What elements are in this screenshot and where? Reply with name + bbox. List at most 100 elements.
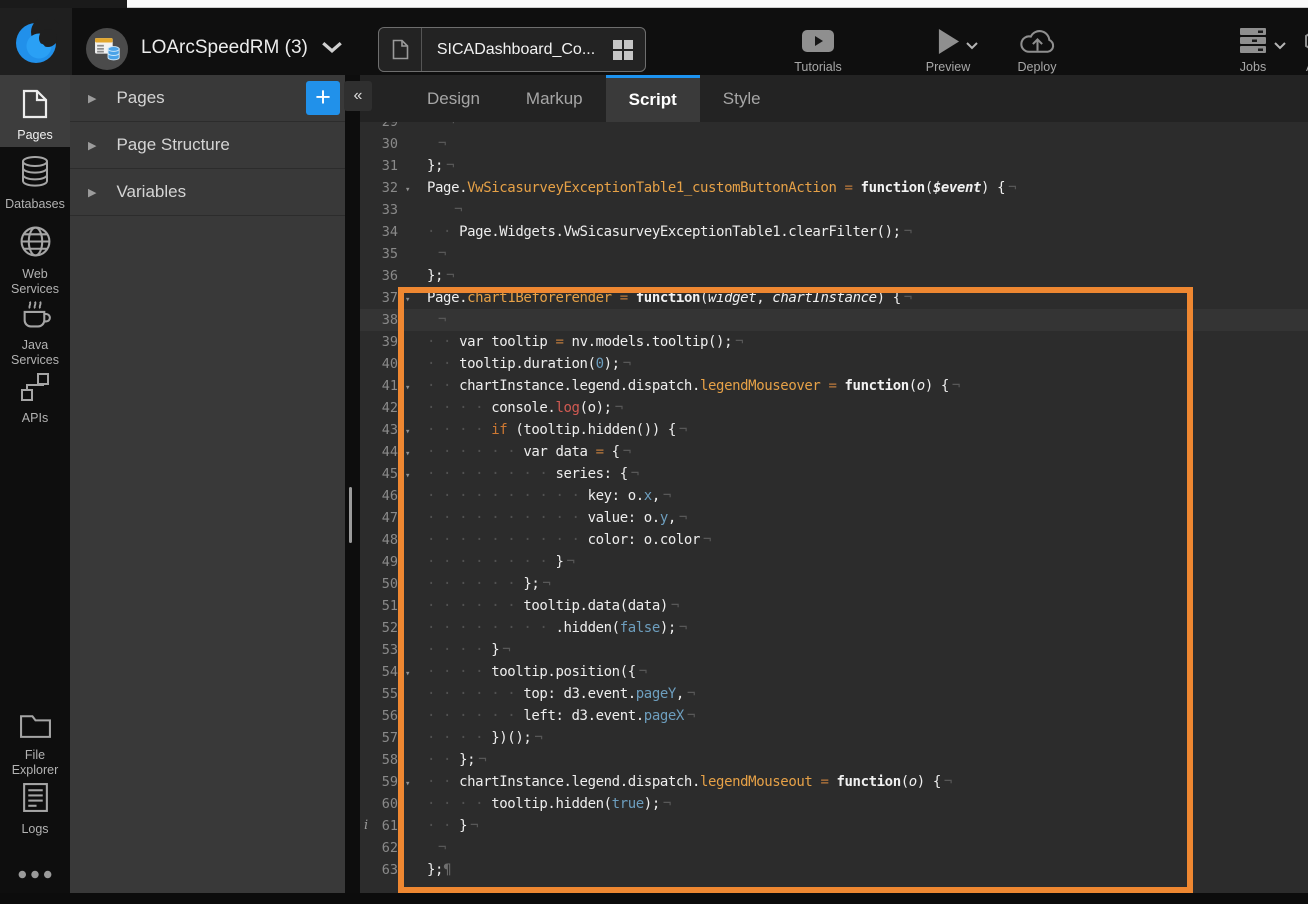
code-text[interactable]: · · · · · · · · .hidden(false);¬ <box>427 620 687 636</box>
code-line[interactable]: 37▾Page.chart1Beforerender = function(wi… <box>360 287 1308 309</box>
code-text[interactable]: · · · · tooltip.position({¬ <box>427 664 647 680</box>
code-text[interactable]: ¬ <box>427 202 462 218</box>
fold-toggle-icon[interactable]: ▾ <box>398 179 427 201</box>
code-text[interactable]: · · · · · · · · · · key: o.x,¬ <box>427 488 671 504</box>
code-text[interactable]: · · · · }¬ <box>427 642 510 658</box>
open-page-tab[interactable]: SICADashboard_Co... <box>378 27 646 72</box>
script-code-editor[interactable]: 29 ¬30 ¬31 };¬32▾Page.VwSicasurveyExcept… <box>360 122 1308 892</box>
code-text[interactable]: Page.chart1Beforerender = function(widge… <box>427 290 912 306</box>
code-line[interactable]: 30 ¬ <box>360 133 1308 155</box>
code-line[interactable]: 43▾· · · · if (tooltip.hidden()) {¬ <box>360 419 1308 441</box>
tab-markup[interactable]: Markup <box>503 75 606 122</box>
fold-toggle-icon[interactable]: ▾ <box>398 663 427 685</box>
code-line[interactable]: 49 · · · · · · · · }¬ <box>360 551 1308 573</box>
code-line[interactable]: 40 · · tooltip.duration(0);¬ <box>360 353 1308 375</box>
code-text[interactable]: · · }¬ <box>427 818 478 834</box>
fold-toggle-icon[interactable]: ▾ <box>398 443 427 465</box>
code-line[interactable]: 39 · · var tooltip = nv.models.tooltip()… <box>360 331 1308 353</box>
code-line[interactable]: 32▾Page.VwSicasurveyExceptionTable1_cust… <box>360 177 1308 199</box>
scrollbar-thumb[interactable] <box>349 487 352 543</box>
code-text[interactable]: · · chartInstance.legend.dispatch.legend… <box>427 378 960 394</box>
code-line[interactable]: 38 ¬ <box>360 309 1308 331</box>
code-line[interactable]: 35 ¬ <box>360 243 1308 265</box>
action-preview[interactable]: Preview <box>916 26 980 74</box>
code-line[interactable]: 63 };¶ <box>360 859 1308 881</box>
code-line[interactable]: 48 · · · · · · · · · · color: o.color¬ <box>360 529 1308 551</box>
action-tutorials[interactable]: Tutorials <box>783 26 853 74</box>
code-line[interactable]: 41▾· · chartInstance.legend.dispatch.leg… <box>360 375 1308 397</box>
tab-design[interactable]: Design <box>404 75 503 122</box>
code-text[interactable]: ¬ <box>427 122 454 130</box>
fold-toggle-icon[interactable]: ▾ <box>398 421 427 443</box>
code-line[interactable]: 31 };¬ <box>360 155 1308 177</box>
wavemaker-logo[interactable] <box>0 8 72 75</box>
code-line[interactable]: 42 · · · · console.log(o);¬ <box>360 397 1308 419</box>
code-line[interactable]: 45▾· · · · · · · · series: {¬ <box>360 463 1308 485</box>
explorer-section-page-structure[interactable]: ▶Page Structure <box>70 122 345 169</box>
code-line[interactable]: 44▾· · · · · · var data = {¬ <box>360 441 1308 463</box>
code-text[interactable]: · · · · · · };¬ <box>427 576 550 592</box>
code-text[interactable]: · · · · · · · · series: {¬ <box>427 466 639 482</box>
chevron-down-icon[interactable] <box>966 37 978 55</box>
fold-toggle-icon[interactable]: ▾ <box>398 289 427 311</box>
code-text[interactable]: · · chartInstance.legend.dispatch.legend… <box>427 774 952 790</box>
code-line[interactable]: 50 · · · · · · };¬ <box>360 573 1308 595</box>
code-text[interactable]: ¬ <box>427 840 446 856</box>
code-text[interactable]: · · · · console.log(o);¬ <box>427 400 623 416</box>
project-avatar[interactable] <box>86 28 128 70</box>
code-text[interactable]: ¬ <box>427 312 446 328</box>
code-text[interactable]: ¬ <box>427 136 446 152</box>
code-text[interactable]: · · · · · · top: d3.event.pageY,¬ <box>427 686 695 702</box>
project-name[interactable]: LOArcSpeedRM (3) <box>141 37 308 59</box>
code-line[interactable]: 46 · · · · · · · · · · key: o.x,¬ <box>360 485 1308 507</box>
code-text[interactable]: · · tooltip.duration(0);¬ <box>427 356 631 372</box>
code-line[interactable]: 57 · · · · })();¬ <box>360 727 1308 749</box>
fold-toggle-icon[interactable]: ▾ <box>398 773 427 795</box>
code-text[interactable]: · · · · · · left: d3.event.pageX¬ <box>427 708 695 724</box>
code-line[interactable]: 53 · · · · }¬ <box>360 639 1308 661</box>
explorer-section-pages[interactable]: ▶Pages+ <box>70 75 345 122</box>
code-text[interactable]: · · · · · · tooltip.data(data)¬ <box>427 598 679 614</box>
code-text[interactable]: · · var tooltip = nv.models.tooltip();¬ <box>427 334 743 350</box>
sidebar-item-web-services[interactable]: Web Services <box>0 225 70 297</box>
code-line[interactable]: 52 · · · · · · · · .hidden(false);¬ <box>360 617 1308 639</box>
code-text[interactable]: Page.VwSicasurveyExceptionTable1_customB… <box>427 180 1016 196</box>
pages-grid-icon[interactable] <box>612 39 634 61</box>
collapse-panel-button[interactable]: « <box>344 81 372 111</box>
tab-style[interactable]: Style <box>700 75 784 122</box>
explorer-section-variables[interactable]: ▶Variables <box>70 169 345 216</box>
code-text[interactable]: · · · · })();¬ <box>427 730 542 746</box>
fold-toggle-icon[interactable]: ▾ <box>398 377 427 399</box>
project-chevron-down-icon[interactable] <box>321 40 343 58</box>
code-line[interactable]: 29 ¬ <box>360 122 1308 133</box>
code-text[interactable]: · · };¬ <box>427 752 486 768</box>
code-text[interactable]: ¬ <box>427 246 446 262</box>
sidebar-item-logs[interactable]: Logs <box>0 782 70 837</box>
code-line[interactable]: 55 · · · · · · top: d3.event.pageY,¬ <box>360 683 1308 705</box>
tab-script[interactable]: Script <box>606 75 700 122</box>
code-text[interactable]: · · · · if (tooltip.hidden()) {¬ <box>427 422 687 438</box>
code-text[interactable]: · · · · · · · · · · value: o.y,¬ <box>427 510 687 526</box>
code-line[interactable]: 60 · · · · tooltip.hidden(true);¬ <box>360 793 1308 815</box>
code-text[interactable]: · · · · tooltip.hidden(true);¬ <box>427 796 671 812</box>
code-line[interactable]: 34 · · Page.Widgets.VwSicasurveyExceptio… <box>360 221 1308 243</box>
action-deploy[interactable]: Deploy <box>1005 26 1069 74</box>
sidebar-item-java-services[interactable]: Java Services <box>0 298 70 368</box>
code-line[interactable]: 36 };¬ <box>360 265 1308 287</box>
code-line[interactable]: 56 · · · · · · left: d3.event.pageX¬ <box>360 705 1308 727</box>
action-jobs[interactable]: Jobs <box>1228 26 1278 74</box>
code-text[interactable]: };¬ <box>427 268 454 284</box>
code-text[interactable]: · · · · · · · · · · color: o.color¬ <box>427 532 711 548</box>
sidebar-item-file-explorer[interactable]: File Explorer <box>0 712 70 778</box>
sidebar-item-more[interactable] <box>0 868 70 883</box>
code-line[interactable]: 33 ¬ <box>360 199 1308 221</box>
code-text[interactable]: };¬ <box>427 158 454 174</box>
code-line[interactable]: 62 ¬ <box>360 837 1308 859</box>
action-artifacts[interactable]: Art <box>1284 26 1308 74</box>
code-text[interactable]: · · · · · · var data = {¬ <box>427 444 631 460</box>
add-page-button[interactable]: + <box>306 81 340 115</box>
code-text[interactable]: · · · · · · · · }¬ <box>427 554 575 570</box>
code-line[interactable]: 59▾· · chartInstance.legend.dispatch.leg… <box>360 771 1308 793</box>
code-text[interactable]: · · Page.Widgets.VwSicasurveyExceptionTa… <box>427 224 912 240</box>
code-line[interactable]: 54▾· · · · tooltip.position({¬ <box>360 661 1308 683</box>
